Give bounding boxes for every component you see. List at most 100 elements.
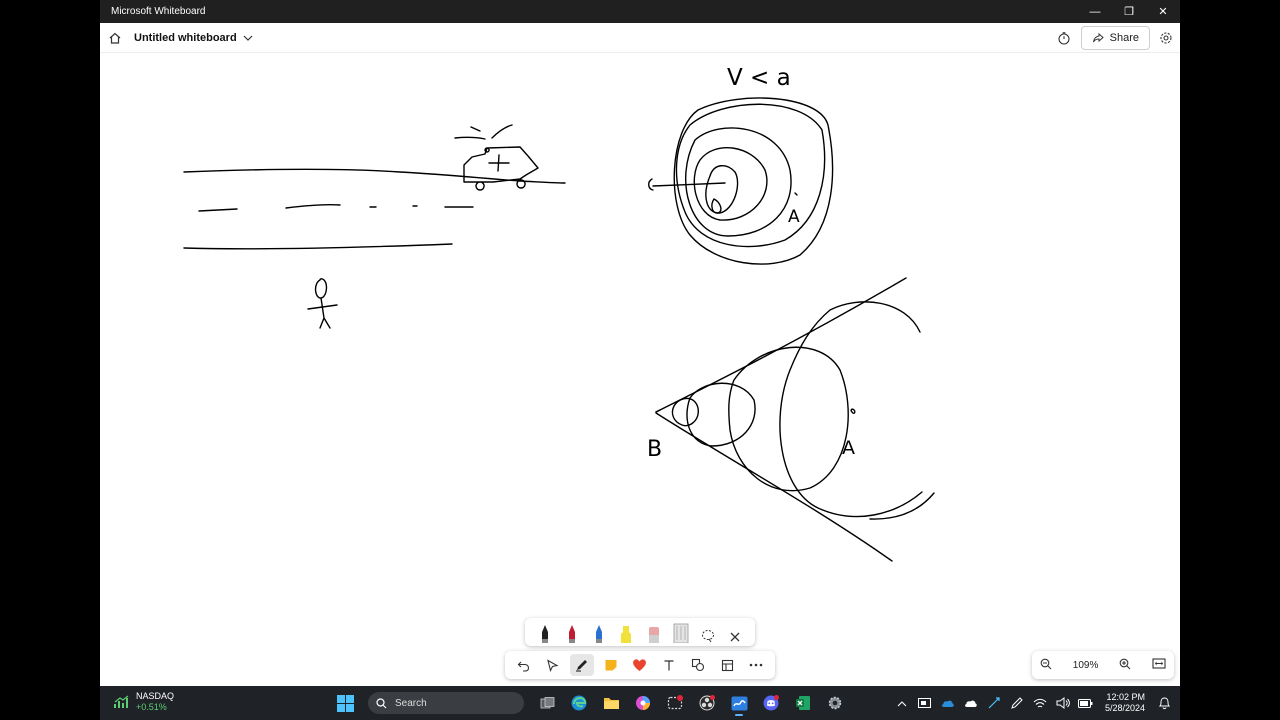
wifi-status[interactable] (1032, 695, 1048, 711)
reactions-tool[interactable] (628, 654, 652, 676)
red-pen[interactable] (563, 621, 581, 643)
source-point (711, 198, 722, 214)
wifi-icon (1033, 698, 1047, 707)
snipping-icon (667, 695, 683, 710)
window-controls: — ❐ ✕ (1078, 0, 1180, 23)
select-tool[interactable] (541, 654, 565, 676)
sticky-note-tool[interactable] (599, 654, 623, 676)
shapes-icon (692, 658, 705, 672)
point-a-marker-top (794, 192, 798, 196)
edge-app[interactable] (566, 690, 592, 716)
color-wheel-icon (636, 696, 650, 710)
notifications-button[interactable] (1156, 695, 1172, 711)
battery-icon (1078, 698, 1093, 708)
board-menu-button[interactable] (243, 34, 253, 42)
clock-date: 5/28/2024 (1104, 703, 1145, 713)
search-icon (376, 697, 387, 708)
show-hidden-icons-button[interactable] (894, 695, 910, 711)
screen-icon (918, 697, 932, 708)
task-view-button[interactable] (534, 690, 560, 716)
shock-cone-upper (655, 277, 907, 413)
restore-button[interactable]: ❐ (1112, 0, 1146, 23)
more-icon (750, 663, 763, 667)
fit-to-screen-button[interactable] (1152, 658, 1166, 672)
templates-tool[interactable] (715, 654, 739, 676)
concentric-circle-3 (685, 127, 792, 237)
timer-icon (1058, 32, 1070, 45)
concentric-circle-5 (673, 97, 834, 265)
search-placeholder: Search (395, 697, 427, 709)
bell-icon (1158, 697, 1170, 710)
stock-change: +0.51% (136, 702, 167, 712)
battery-status[interactable] (1078, 695, 1094, 711)
zoom-out-icon (1040, 658, 1052, 669)
zoom-out-button[interactable] (1040, 658, 1052, 673)
volume-status[interactable] (1055, 695, 1071, 711)
close-icon (730, 632, 740, 642)
zoom-in-button[interactable] (1119, 658, 1131, 673)
tray-app-2[interactable] (986, 695, 1002, 711)
close-tray-button[interactable] (726, 621, 744, 643)
taskbar-clock[interactable]: 12:02 PM 5/28/2024 (1105, 692, 1145, 714)
shapes-tool[interactable] (686, 654, 710, 676)
edge-icon (571, 695, 587, 711)
point-a-label-bottom: A (842, 437, 855, 459)
snipping-tool-app[interactable] (662, 690, 688, 716)
eraser-icon (648, 627, 659, 643)
color-app[interactable] (630, 690, 656, 716)
onedrive-tray[interactable] (940, 695, 956, 711)
tray-app-1[interactable] (917, 695, 933, 711)
pen-icon (575, 660, 587, 672)
settings-button[interactable] (1152, 24, 1180, 52)
share-button[interactable]: Share (1080, 26, 1150, 50)
undo-button[interactable] (512, 654, 536, 676)
windows-icon (336, 694, 354, 712)
yellow-highlighter[interactable] (617, 621, 635, 643)
chevron-down-icon (243, 35, 253, 41)
zoom-control: 109% (1032, 651, 1174, 679)
shock-cone-lower (655, 412, 893, 562)
blue-pen[interactable] (590, 621, 608, 643)
main-toolbar (505, 651, 775, 679)
share-label: Share (1109, 32, 1139, 44)
text-tool[interactable] (657, 654, 681, 676)
sticky-note-icon (605, 660, 617, 671)
whiteboard-window: Microsoft Whiteboard — ❐ ✕ Untitled whit… (100, 0, 1180, 720)
road-center-dashes (198, 203, 474, 212)
ruler-icon (673, 623, 689, 643)
stick-figure-drawing (307, 278, 338, 329)
share-icon (1092, 32, 1104, 43)
discord-app[interactable] (758, 690, 784, 716)
minimize-button[interactable]: — (1078, 0, 1112, 23)
pen-tablet-icon (988, 697, 1000, 709)
start-button[interactable] (332, 690, 358, 716)
home-button[interactable] (100, 23, 130, 53)
onedrive-personal-tray[interactable] (963, 695, 979, 711)
taskbar-search[interactable]: Search (368, 692, 524, 714)
zoom-level[interactable]: 109% (1073, 660, 1099, 671)
board-title[interactable]: Untitled whiteboard (134, 32, 237, 44)
excel-app[interactable] (790, 690, 816, 716)
app-header: Untitled whiteboard Share (100, 23, 1180, 53)
more-button[interactable] (744, 654, 768, 676)
ink-tool[interactable] (569, 654, 594, 676)
wavefront-2 (686, 382, 756, 447)
timer-button[interactable] (1051, 25, 1077, 51)
text-icon (664, 660, 674, 671)
stock-widget[interactable]: NASDAQ +0.51% (114, 691, 174, 713)
whiteboard-canvas[interactable]: V < a A A B (100, 54, 1180, 685)
highlighter-icon (621, 626, 632, 643)
fit-screen-icon (1152, 658, 1166, 669)
lasso-select[interactable] (699, 621, 717, 643)
discord-icon (763, 695, 779, 711)
obs-app[interactable] (694, 690, 720, 716)
ruler[interactable] (672, 621, 690, 643)
file-explorer-app[interactable] (598, 690, 624, 716)
whiteboard-app[interactable] (726, 690, 752, 716)
close-button[interactable]: ✕ (1146, 0, 1180, 23)
tray-app-3[interactable] (1009, 695, 1025, 711)
settings-app[interactable] (822, 690, 848, 716)
speaker-icon (1056, 697, 1070, 709)
eraser[interactable] (645, 621, 663, 643)
black-pen[interactable] (536, 621, 554, 643)
